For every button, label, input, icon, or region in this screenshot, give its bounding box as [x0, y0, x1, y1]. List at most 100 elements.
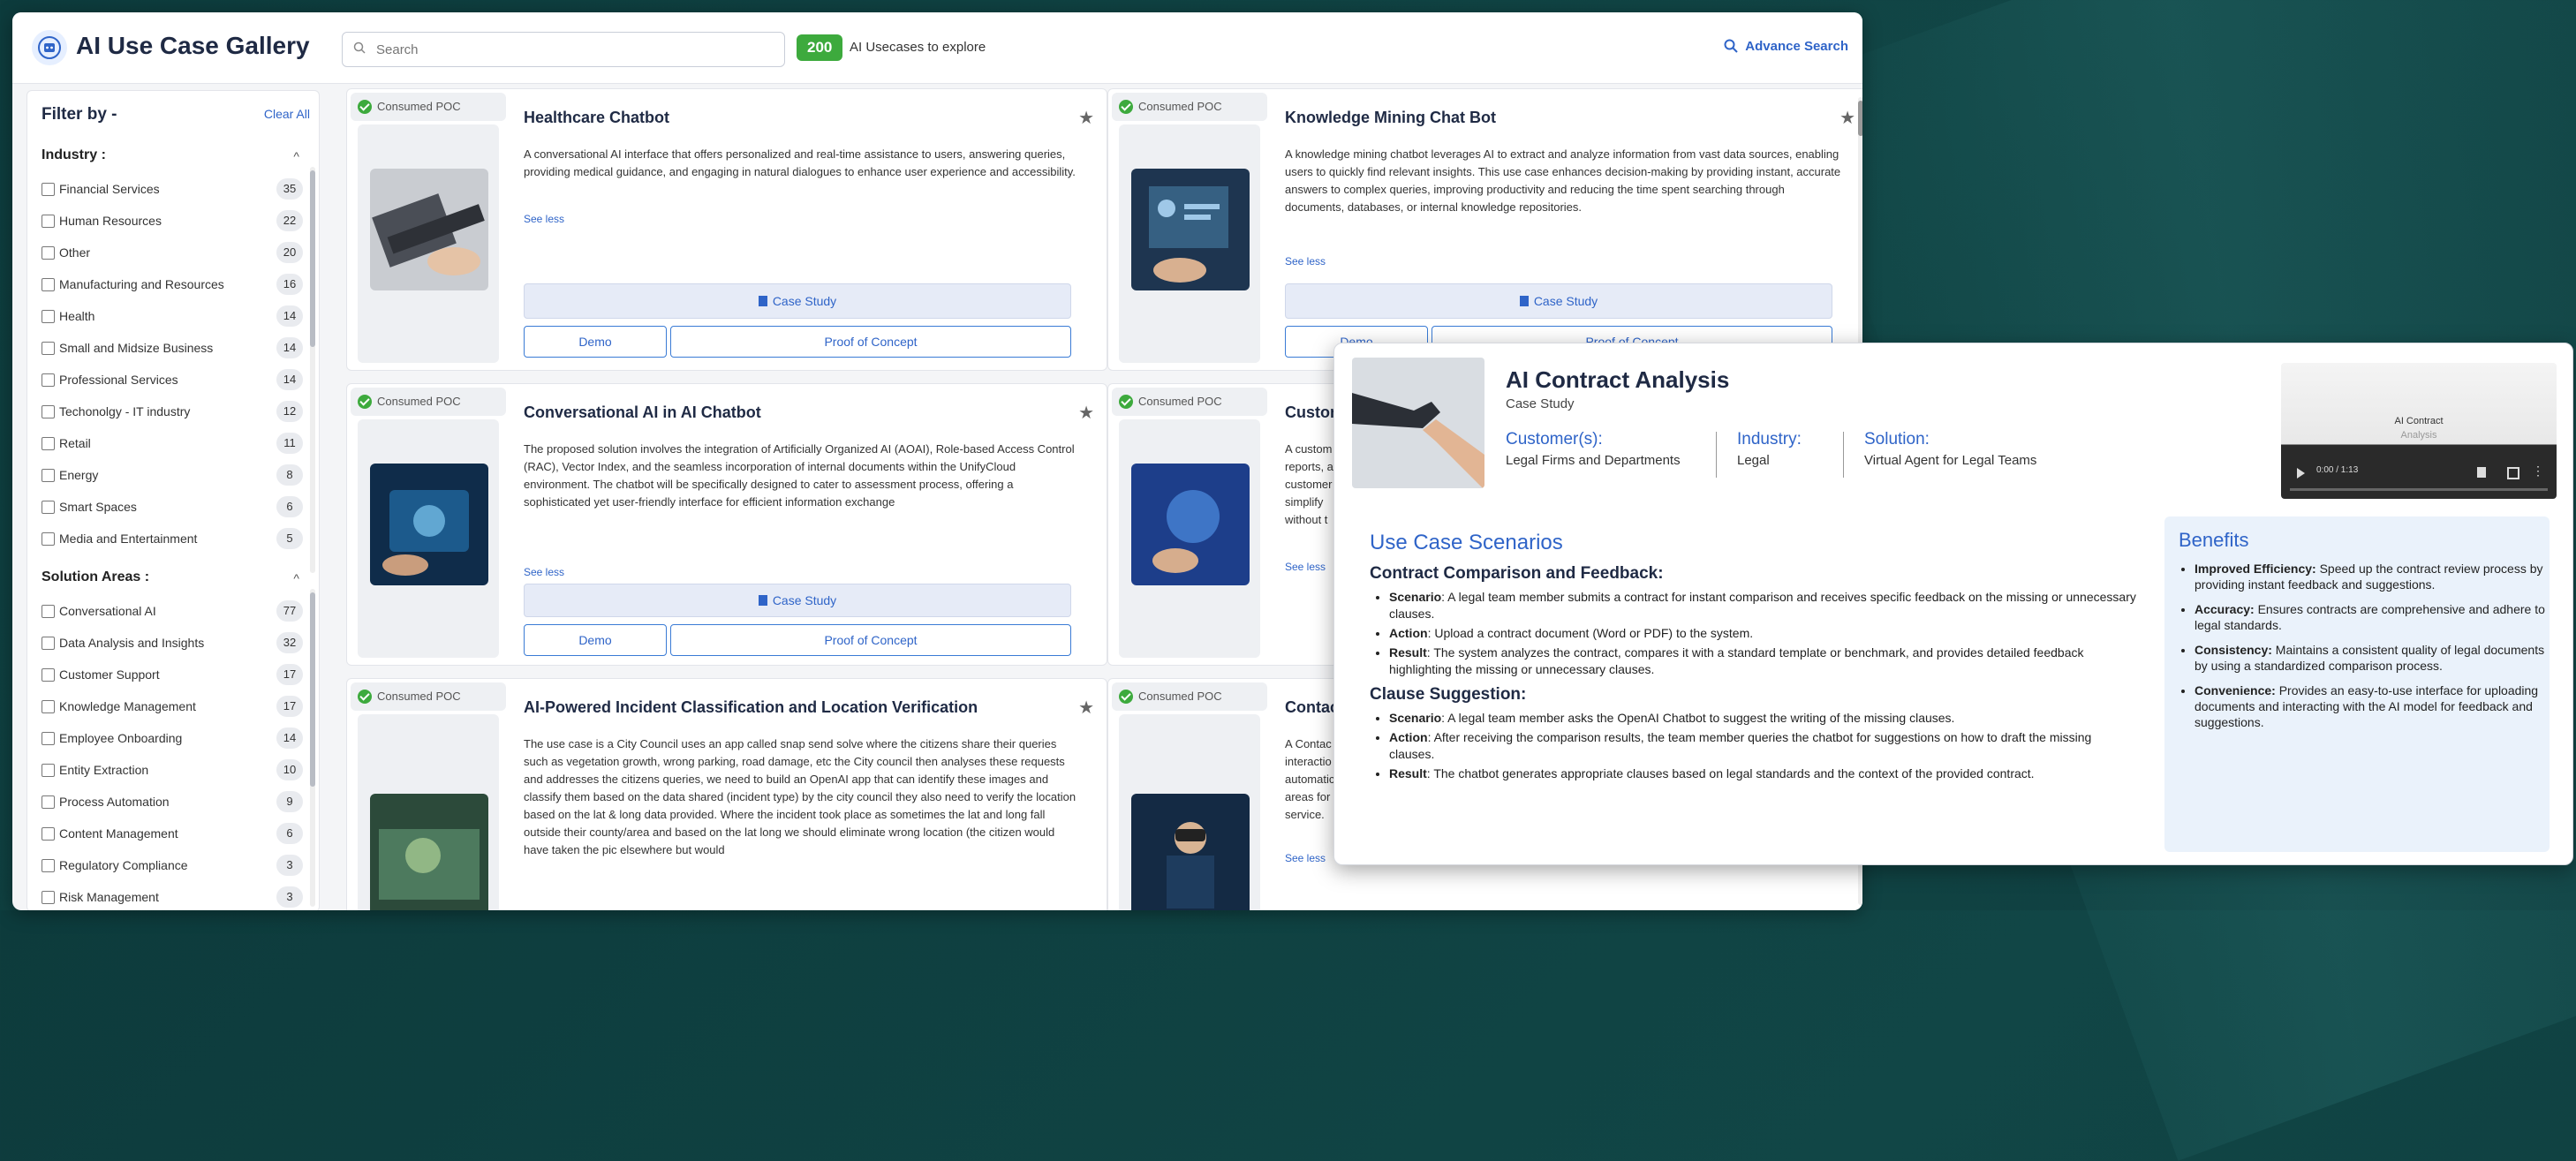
bullet-item: Action: Upload a contract document (Word…	[1389, 625, 2138, 642]
checkbox[interactable]	[42, 310, 55, 323]
checkbox[interactable]	[42, 532, 55, 546]
bullet-text: : Upload a contract document (Word or PD…	[1427, 626, 1754, 640]
filter-option[interactable]: Data Analysis and Insights 32	[42, 630, 306, 656]
bullet-key: Improved Efficiency:	[2195, 562, 2316, 576]
volume-icon[interactable]	[2477, 467, 2486, 478]
filter-option[interactable]: Risk Management 3	[42, 884, 306, 910]
star-icon[interactable]: ★	[1839, 107, 1855, 129]
checkbox[interactable]	[42, 373, 55, 387]
solution-scrollbar-thumb[interactable]	[310, 592, 315, 787]
bullet-text: : A legal team member submits a contract…	[1389, 590, 2136, 621]
star-icon[interactable]: ★	[1078, 697, 1094, 719]
filter-option[interactable]: Knowledge Management 17	[42, 693, 306, 720]
checkbox[interactable]	[42, 700, 55, 713]
filter-option[interactable]: Customer Support 17	[42, 661, 306, 688]
demo-button[interactable]: Demo	[524, 624, 667, 656]
filter-option[interactable]: Financial Services 35	[42, 176, 306, 202]
case-study-button[interactable]: Case Study	[524, 283, 1071, 319]
scenarios-heading: Use Case Scenarios	[1370, 531, 1563, 554]
consumed-poc-badge: Consumed POC	[1112, 388, 1267, 416]
checkbox[interactable]	[42, 732, 55, 745]
case-study-button[interactable]: Case Study	[1285, 283, 1832, 319]
checkbox[interactable]	[42, 891, 55, 904]
filter-option[interactable]: Regulatory Compliance 3	[42, 852, 306, 878]
case-study-button[interactable]: Case Study	[524, 584, 1071, 617]
advance-search-link[interactable]: Advance Search	[1724, 39, 1848, 54]
see-less-link[interactable]: See less	[1285, 852, 1326, 864]
see-less-link[interactable]: See less	[1285, 255, 1326, 268]
checkbox[interactable]	[42, 764, 55, 777]
filter-option[interactable]: Process Automation 9	[42, 788, 306, 815]
play-icon[interactable]	[2297, 468, 2305, 479]
checkbox[interactable]	[42, 183, 55, 196]
chevron-up-icon[interactable]: ^	[293, 571, 299, 585]
card-description: A knowledge mining chatbot leverages AI …	[1285, 147, 1841, 214]
usecase-card[interactable]: Consumed POC AI-Powered Incident Classif…	[346, 678, 1107, 910]
filter-option-count: 14	[276, 337, 303, 358]
see-less-link[interactable]: See less	[524, 213, 564, 225]
filter-option[interactable]: Media and Entertainment 5	[42, 525, 306, 552]
checkbox[interactable]	[42, 215, 55, 228]
star-icon[interactable]: ★	[1078, 402, 1094, 424]
search-input[interactable]	[374, 33, 775, 66]
checkbox[interactable]	[42, 246, 55, 260]
filter-option[interactable]: Manufacturing and Resources 16	[42, 271, 306, 298]
filter-option[interactable]: Health 14	[42, 303, 306, 329]
filter-option[interactable]: Other 20	[42, 239, 306, 266]
checkbox[interactable]	[42, 405, 55, 418]
filter-option-count: 77	[276, 600, 303, 622]
clear-all-link[interactable]: Clear All	[264, 107, 310, 121]
filter-option[interactable]: Retail 11	[42, 430, 306, 456]
see-less-link[interactable]: See less	[524, 566, 564, 578]
bullet-item: Action: After receiving the comparison r…	[1389, 729, 2138, 763]
checkbox[interactable]	[42, 668, 55, 682]
checkbox[interactable]	[42, 637, 55, 650]
filter-option[interactable]: Entity Extraction 10	[42, 757, 306, 783]
filter-option[interactable]: Smart Spaces 6	[42, 494, 306, 520]
video-player[interactable]: AI Contract Analysis 0:00 / 1:13 ⋮	[2281, 363, 2557, 499]
main-scrollbar-thumb[interactable]	[1858, 101, 1862, 136]
demo-button[interactable]: Demo	[524, 326, 667, 358]
checkbox[interactable]	[42, 501, 55, 514]
see-less-link[interactable]: See less	[1285, 561, 1326, 573]
document-icon	[758, 296, 767, 306]
card-title: Conversational AI in AI Chatbot	[524, 403, 761, 421]
filter-option[interactable]: Energy 8	[42, 462, 306, 488]
filter-option-count: 11	[276, 433, 303, 454]
search-box[interactable]	[342, 32, 785, 67]
filter-option[interactable]: Employee Onboarding 14	[42, 725, 306, 751]
proof-of-concept-button[interactable]: Proof of Concept	[670, 624, 1071, 656]
case-study-label: Case Study	[1533, 294, 1598, 308]
industry-scrollbar-thumb[interactable]	[310, 170, 315, 347]
card-title: AI-Powered Incident Classification and L…	[524, 698, 978, 716]
checkbox[interactable]	[42, 605, 55, 618]
fullscreen-icon[interactable]	[2507, 467, 2519, 479]
filter-option[interactable]: Techonolgy - IT industry 12	[42, 398, 306, 425]
filter-option[interactable]: Human Resources 22	[42, 207, 306, 234]
filter-option[interactable]: Conversational AI 77	[42, 598, 306, 624]
chevron-up-icon[interactable]: ^	[293, 149, 299, 163]
filter-option[interactable]: Professional Services 14	[42, 366, 306, 393]
checkbox[interactable]	[42, 469, 55, 482]
more-options-icon[interactable]: ⋮	[2532, 464, 2544, 479]
usecase-card[interactable]: Consumed POC Knowledge Mining Chat Bot ★…	[1107, 88, 1862, 371]
bullet-key: Accuracy:	[2195, 602, 2255, 616]
usecase-card[interactable]: Consumed POC Healthcare Chatbot ★ A conv…	[346, 88, 1107, 371]
consumed-poc-badge: Consumed POC	[351, 388, 506, 416]
checkbox[interactable]	[42, 437, 55, 450]
bullet-text: : A legal team member asks the OpenAI Ch…	[1441, 711, 1955, 725]
checkbox[interactable]	[42, 827, 55, 841]
star-icon[interactable]: ★	[1078, 107, 1094, 129]
filter-option-count: 14	[276, 728, 303, 749]
checkbox[interactable]	[42, 342, 55, 355]
filter-option[interactable]: Small and Midsize Business 14	[42, 335, 306, 361]
usecase-card[interactable]: Consumed POC Conversational AI in AI Cha…	[346, 383, 1107, 666]
filter-heading: Filter by -	[42, 105, 117, 124]
filter-option[interactable]: Content Management 6	[42, 820, 306, 847]
data-hands-thumbnail	[1131, 169, 1250, 290]
checkbox[interactable]	[42, 859, 55, 872]
checkbox[interactable]	[42, 795, 55, 809]
checkbox[interactable]	[42, 278, 55, 291]
proof-of-concept-button[interactable]: Proof of Concept	[670, 326, 1071, 358]
video-progress-bar[interactable]	[2290, 488, 2548, 491]
